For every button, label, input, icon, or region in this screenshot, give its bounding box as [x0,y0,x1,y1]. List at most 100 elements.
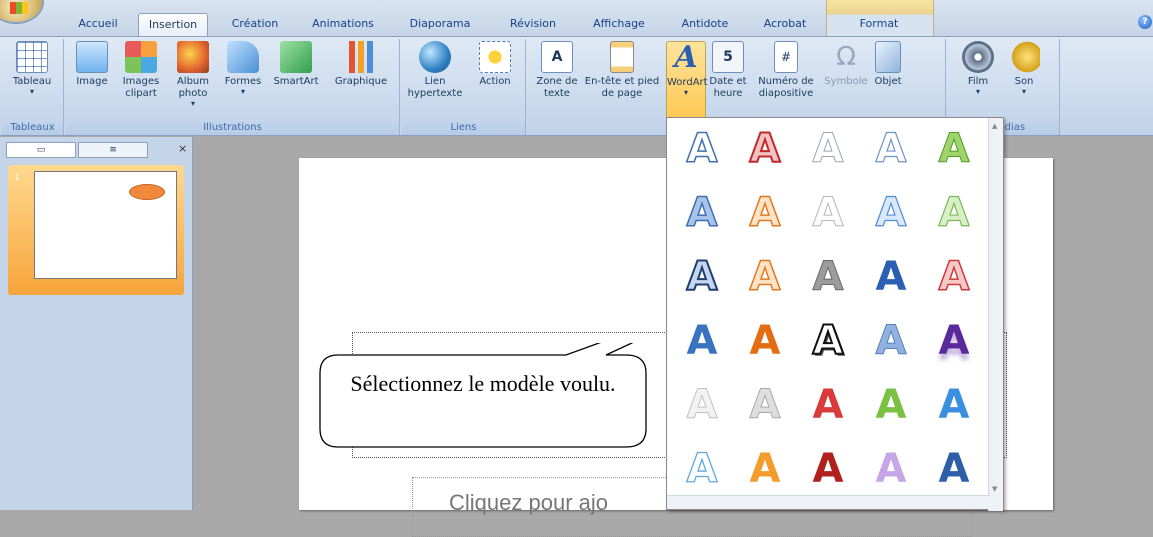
wordart-style-outline-blue[interactable]: A [677,124,727,174]
wordart-style-green-solid[interactable]: A [866,380,916,430]
tab-diaporama[interactable]: Diaporama [398,13,482,36]
subtitle-text: Cliquez pour ajo [449,490,608,515]
globe-link-icon [419,41,451,73]
wordart-style-blue-gradient[interactable]: A [677,188,727,238]
wordart-style-orange-outline[interactable]: A [740,188,790,238]
callout-annotation: Sélectionnez le modèle voulu. [316,343,668,453]
slide-number: 1 [14,173,20,183]
zone-texte-button[interactable]: A Zone de texte [532,41,582,100]
smartart-icon [280,41,312,73]
wordart-style-green-light[interactable]: A [929,188,979,238]
calendar-clock-icon: 5 [712,41,744,73]
wordart-style-red-solid[interactable]: A [803,380,853,430]
object-icon [875,41,901,73]
wordart-style-silver[interactable]: A [677,380,727,430]
action-button[interactable]: Action [470,41,520,88]
tab-accueil[interactable]: Accueil [68,13,128,36]
photo-album-icon [177,41,209,73]
son-button[interactable]: Son ▾ [1004,41,1044,96]
wordart-style-blue-gradient-dark[interactable]: A [929,444,979,494]
wordart-style-purple-shadow[interactable]: A [929,316,979,366]
wordart-style-blue-solid[interactable]: A [677,316,727,366]
entete-pied-button[interactable]: En-tête et pied de page [584,41,660,100]
panel-tabs: ▭ ≡ × [6,142,187,158]
symbole-button[interactable]: Ω Symbole [824,41,868,88]
wordart-style-red-outline[interactable]: A [929,252,979,302]
wordart-button[interactable]: A WordArt ▾ [666,40,708,127]
date-heure-button[interactable]: 5 Date et heure [708,41,748,100]
tab-revision[interactable]: Révision [496,13,570,36]
omega-icon: Ω [836,42,856,72]
gallery-scrollbar[interactable]: ▲ ▼ [988,118,1003,511]
group-liens: Lien hypertexte Action Liens [402,39,526,135]
group-label-tableaux: Tableaux [2,121,63,135]
wordart-style-blue-bright[interactable]: A [929,380,979,430]
wordart-style-dark-red[interactable]: A [803,444,853,494]
tableau-button[interactable]: Tableau ▾ [8,41,56,96]
numero-diapo-button[interactable]: # Numéro de diapositive [750,41,822,100]
chart-icon [345,41,377,73]
wordart-style-light-blue-outline[interactable]: A [677,444,727,494]
tab-outline-icon[interactable]: ≡ [78,142,148,158]
close-icon[interactable]: × [178,142,187,155]
wordart-style-outline-red[interactable]: A [740,124,790,174]
image-icon [76,41,108,73]
image-button[interactable]: Image [70,41,114,88]
album-photo-button[interactable]: Album photo ▾ [170,41,216,108]
slide-number-icon: # [774,41,798,73]
wordart-style-black-outline[interactable]: A [803,316,853,366]
wordart-style-blue-light-solid[interactable]: A [866,316,916,366]
group-label-illustrations: Illustrations [66,121,399,135]
ribbon-tab-bar: Accueil Insertion Création Animations Di… [0,0,1153,36]
wordart-gallery[interactable]: AAAAAAAAAAAAAAAAAAAAAAAAAAAAAA ▲ ▼ [666,117,1004,511]
slides-panel: ▭ ≡ × 1 [0,137,193,510]
lien-hypertexte-button[interactable]: Lien hypertexte [406,41,464,100]
tab-creation[interactable]: Création [222,13,288,36]
wordart-style-orange-gradient[interactable]: A [740,444,790,494]
help-icon[interactable]: ? [1138,15,1152,29]
wordart-style-purple-light[interactable]: A [866,444,916,494]
wordart-style-orange-outline[interactable]: A [740,252,790,302]
gallery-resize-bar[interactable] [667,495,990,509]
tab-insertion[interactable]: Insertion [138,13,208,36]
tab-format[interactable]: Format [836,13,922,36]
clipart-icon [125,41,157,73]
office-logo-icon [10,2,28,14]
film-reel-icon [962,41,994,73]
group-label-liens: Liens [402,121,525,135]
slide-thumbnail-selected[interactable]: 1 [8,165,184,295]
images-clipart-button[interactable]: Images clipart [116,41,166,100]
tab-affichage[interactable]: Affichage [580,13,658,36]
group-tableaux: Tableau ▾ Tableaux [2,39,64,135]
header-footer-icon [610,41,634,73]
wordart-style-green[interactable]: A [929,124,979,174]
wordart-style-gray-bold[interactable]: A [803,252,853,302]
wordart-style-orange-solid[interactable]: A [740,316,790,366]
office-button[interactable] [0,0,42,22]
smartart-button[interactable]: SmartArt [268,41,324,88]
shapes-icon [227,41,259,73]
tab-acrobat[interactable]: Acrobat [752,13,818,36]
wordart-style-gray-silver[interactable]: A [740,380,790,430]
smiley-shape [129,184,165,200]
formes-button[interactable]: Formes ▾ [220,41,266,96]
wordart-style-blue-outline[interactable]: A [866,188,916,238]
tab-animations[interactable]: Animations [300,13,386,36]
tab-antidote[interactable]: Antidote [668,13,742,36]
speaker-icon [1008,41,1040,73]
callout-text: Sélectionnez le modèle voulu. [350,371,616,396]
objet-button[interactable]: Objet [870,41,906,88]
scroll-up-icon[interactable]: ▲ [992,122,997,130]
wordart-style-dark-blue-outline[interactable]: A [677,252,727,302]
wordart-style-outline-blue-light[interactable]: A [866,124,916,174]
wordart-style-gray-outline[interactable]: A [803,188,853,238]
wordart-style-blue-bold[interactable]: A [866,252,916,302]
table-icon [16,41,48,73]
slide-thumbnail [34,171,177,279]
film-button[interactable]: Film ▾ [956,41,1000,96]
tab-slides-icon[interactable]: ▭ [6,142,76,158]
wordart-icon: A [674,40,698,75]
wordart-style-outline-pale[interactable]: A [803,124,853,174]
scroll-down-icon[interactable]: ▼ [992,485,997,493]
graphique-button[interactable]: Graphique [328,41,394,88]
